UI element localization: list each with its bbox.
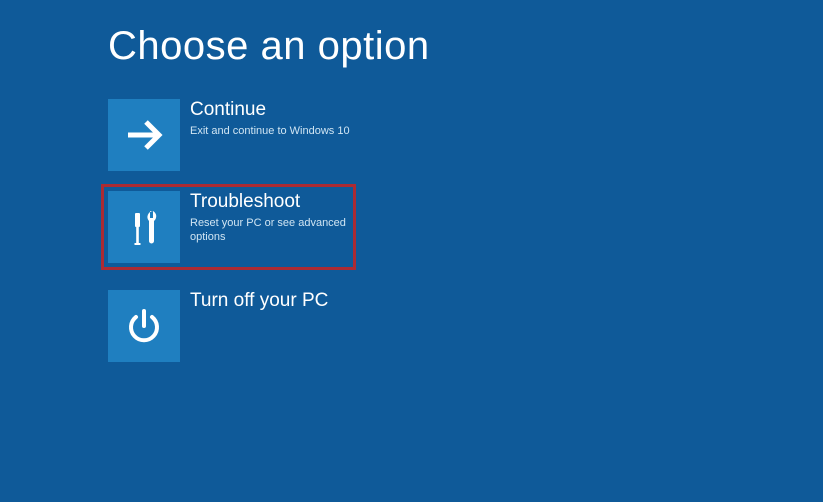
tools-icon (108, 191, 180, 263)
turnoff-option[interactable]: Turn off your PC (108, 290, 363, 362)
troubleshoot-option[interactable]: Troubleshoot Reset your PC or see advanc… (101, 184, 356, 270)
options-list: Continue Exit and continue to Windows 10 (108, 99, 823, 362)
turnoff-label: Turn off your PC (190, 290, 328, 313)
troubleshoot-description: Reset your PC or see advanced options (190, 216, 349, 245)
continue-label: Continue (190, 99, 350, 122)
arrow-right-icon (108, 99, 180, 171)
troubleshoot-label: Troubleshoot (190, 191, 349, 214)
turnoff-text: Turn off your PC (180, 290, 328, 315)
recovery-options-screen: Choose an option Continue Exit and conti… (0, 0, 823, 362)
page-title: Choose an option (108, 24, 823, 69)
continue-description: Exit and continue to Windows 10 (190, 124, 350, 138)
continue-text: Continue Exit and continue to Windows 10 (180, 99, 350, 138)
power-icon (108, 290, 180, 362)
troubleshoot-text: Troubleshoot Reset your PC or see advanc… (180, 191, 349, 244)
continue-option[interactable]: Continue Exit and continue to Windows 10 (108, 99, 363, 171)
